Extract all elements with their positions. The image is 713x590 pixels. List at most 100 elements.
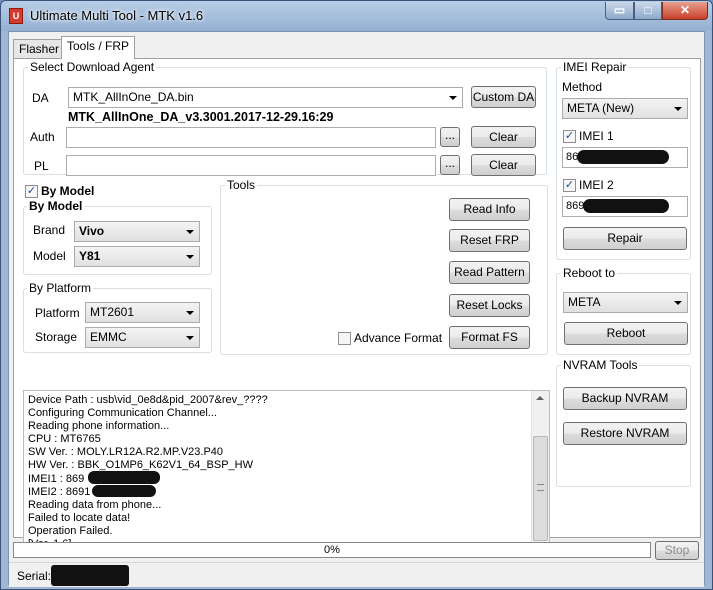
advance-format-label: Advance Format [354,331,443,345]
maximize-button[interactable]: □ [634,2,662,20]
log-scrollbar[interactable] [531,391,549,557]
imei1-label: IMEI 1 [579,129,614,143]
imei-repair-title: IMEI Repair [561,60,629,74]
model-select-value: Y81 [79,249,101,263]
da-select-value: MTK_AllInOne_DA.bin [73,90,194,104]
by-model-checkbox[interactable]: ✓ [25,185,38,198]
redaction-mark [583,199,669,213]
brand-select-value: Vivo [79,224,105,238]
redaction-mark [51,565,129,586]
auth-path-field[interactable] [66,127,436,148]
progress-text: 0% [324,544,340,556]
scroll-up-icon[interactable] [536,396,544,400]
close-button[interactable]: ✕ [662,2,708,20]
da-label: DA [32,91,49,105]
redaction-mark [577,150,669,164]
log-line: Reading data from phone... [28,498,162,511]
chevron-down-icon [674,301,682,305]
model-select[interactable]: Y81 [74,246,200,267]
reset-locks-button[interactable]: Reset Locks [449,294,530,317]
chevron-down-icon [186,230,194,234]
storage-label: Storage [35,330,78,344]
custom-da-button[interactable]: Custom DA [471,86,536,108]
read-info-button[interactable]: Read Info [449,198,530,221]
minimize-button[interactable]: ▭ [605,2,634,20]
pl-path-field[interactable] [66,155,436,176]
reboot-mode-value: META [568,295,601,309]
log-line: Reading phone information... [28,420,170,433]
imei-repair-group: IMEI Repair Method META (New) ✓ IMEI 1 8… [556,60,691,260]
pl-clear-button[interactable]: Clear [471,154,536,176]
chevron-down-icon [674,107,682,111]
reboot-button[interactable]: Reboot [564,322,688,345]
download-agent-title: Select Download Agent [28,60,157,74]
chevron-down-icon [186,255,194,259]
platform-select-value: MT2601 [90,305,135,319]
nvram-title: NVRAM Tools [561,358,640,372]
model-label: Model [33,249,66,263]
read-pattern-button[interactable]: Read Pattern [449,261,530,284]
stop-button[interactable]: Stop [655,541,699,560]
chevron-down-icon [186,311,194,315]
by-model-title: By Model [27,199,85,213]
backup-nvram-button[interactable]: Backup NVRAM [563,387,687,410]
client-area: Flasher Tools / FRP Select Download Agen… [8,31,705,587]
log-output[interactable]: Device Path : usb\vid_0e8d&pid_2007&rev_… [23,390,550,558]
app-window: U Ultimate Multi Tool - MTK v1.6 ▭ □ ✕ F… [0,0,713,590]
redaction-mark [92,485,156,497]
imei2-label: IMEI 2 [579,178,614,192]
chevron-down-icon [186,336,194,340]
pl-label: PL [34,159,49,173]
by-platform-group: By Platform Platform MT2601 Storage EMMC [23,281,212,353]
platform-label: Platform [35,306,80,320]
auth-label: Auth [30,130,55,144]
imei1-checkbox[interactable]: ✓ [563,130,576,143]
redaction-mark [88,471,160,484]
by-model-checkbox-label: By Model [41,184,95,198]
auth-browse-button[interactable]: ... [440,127,460,147]
reboot-title: Reboot to [561,266,618,280]
by-model-group: By Model Brand Vivo Model Y81 [23,199,212,275]
brand-label: Brand [33,223,66,237]
tools-frp-panel: Select Download Agent DA MTK_AllInOne_DA… [13,58,701,558]
reboot-group: Reboot to META Reboot [556,266,691,355]
imei-method-select[interactable]: META (New) [562,98,688,119]
method-label: Method [562,80,603,94]
reboot-mode-select[interactable]: META [563,292,688,313]
log-line: SW Ver. : MOLY.LR12A.R2.MP.V23.P40 [28,446,224,459]
imei-method-value: META (New) [567,101,635,115]
download-agent-group: Select Download Agent DA MTK_AllInOne_DA… [23,60,547,176]
progress-bar: 0% [13,542,651,558]
tools-title: Tools [225,178,258,192]
title-bar[interactable]: U Ultimate Multi Tool - MTK v1.6 ▭ □ ✕ [1,1,712,31]
serial-label: Serial: [17,569,52,583]
chevron-down-icon [449,96,457,100]
log-line: Failed to locate data! [28,511,131,524]
tab-flasher[interactable]: Flasher [13,39,66,59]
storage-select-value: EMMC [90,330,127,344]
da-version-text: MTK_AllInOne_DA_v3.3001.2017-12-29.16:29 [68,110,334,124]
reset-frp-button[interactable]: Reset FRP [449,229,530,252]
restore-nvram-button[interactable]: Restore NVRAM [563,422,687,445]
format-fs-button[interactable]: Format FS [449,326,530,349]
auth-clear-button[interactable]: Clear [471,126,536,148]
scrollbar-thumb[interactable] [533,436,548,541]
tab-tools-frp[interactable]: Tools / FRP [61,36,136,59]
advance-format-checkbox[interactable] [338,332,351,345]
status-bar: Serial: [9,562,704,587]
log-line: Operation Failed. [28,524,113,537]
grip-icon [537,484,544,491]
tools-group: Tools Read Info Reset FRP Read Pattern R… [220,178,548,355]
repair-button[interactable]: Repair [563,227,687,250]
log-line: Configuring Communication Channel... [28,407,217,420]
da-select[interactable]: MTK_AllInOne_DA.bin [68,87,463,108]
log-line: CPU : MT6765 [28,433,101,446]
by-platform-title: By Platform [27,281,94,295]
storage-select[interactable]: EMMC [85,327,200,348]
log-line: Device Path : usb\vid_0e8d&pid_2007&rev_… [28,394,268,406]
platform-select[interactable]: MT2601 [85,302,200,323]
brand-select[interactable]: Vivo [74,221,200,242]
imei2-checkbox[interactable]: ✓ [563,179,576,192]
window-title: Ultimate Multi Tool - MTK v1.6 [30,8,204,23]
pl-browse-button[interactable]: ... [440,155,460,175]
